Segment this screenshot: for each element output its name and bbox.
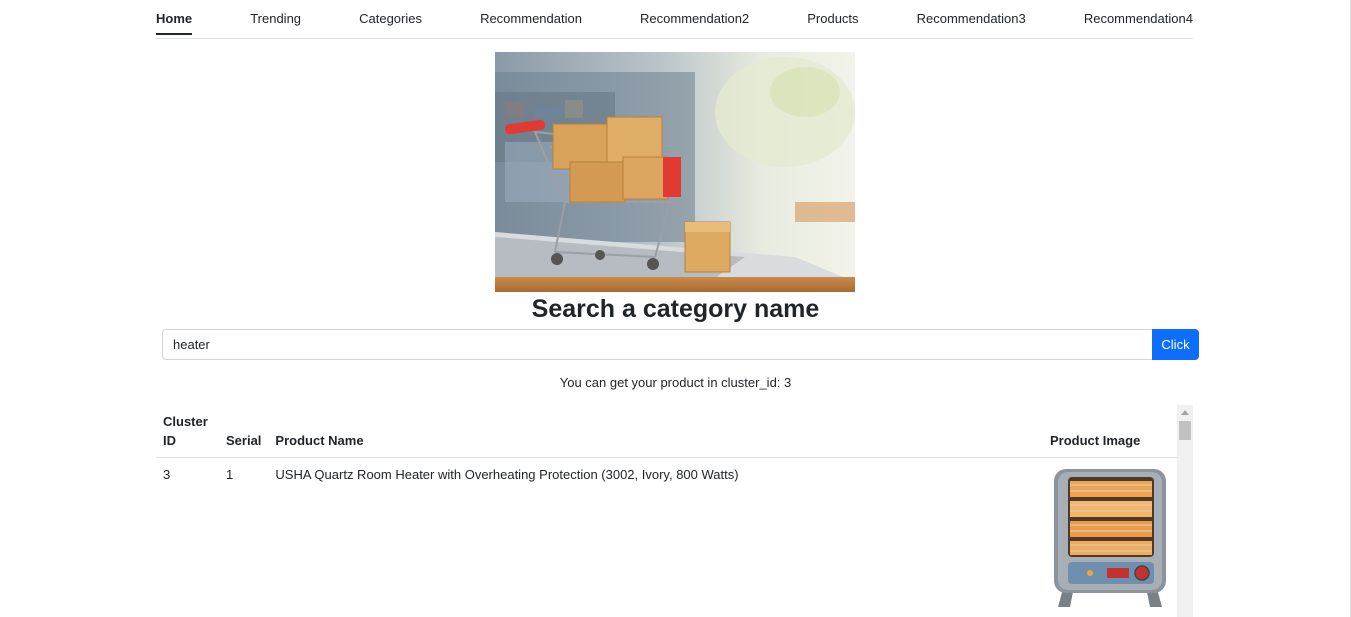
header-serial: Serial bbox=[219, 405, 269, 458]
cell-product-image bbox=[1043, 457, 1177, 617]
results-table-container: Cluster ID Serial Product Name Product I… bbox=[156, 405, 1193, 617]
results-table: Cluster ID Serial Product Name Product I… bbox=[156, 405, 1177, 617]
scroll-up-arrow-icon[interactable] bbox=[1181, 410, 1189, 415]
nav-home[interactable]: Home bbox=[156, 0, 193, 38]
cell-cluster-id: 3 bbox=[156, 457, 219, 617]
page-title: Search a category name bbox=[531, 295, 820, 323]
nav-recommendation3[interactable]: Recommendation3 bbox=[917, 0, 1026, 38]
scroll-thumb[interactable] bbox=[1179, 421, 1191, 440]
search-button[interactable]: Click bbox=[1152, 329, 1199, 360]
nav-recommendation4[interactable]: Recommendation4 bbox=[1084, 0, 1193, 38]
cell-serial: 1 bbox=[219, 457, 269, 617]
nav-recommendation2[interactable]: Recommendation2 bbox=[640, 0, 749, 38]
header-product-name: Product Name bbox=[268, 405, 1043, 458]
header-cluster-id: Cluster ID bbox=[156, 405, 219, 458]
table-header-row: Cluster ID Serial Product Name Product I… bbox=[156, 405, 1177, 458]
nav-trending[interactable]: Trending bbox=[250, 0, 301, 38]
room-heater-icon bbox=[1054, 469, 1166, 607]
table-row: 3 1 USHA Quartz Room Heater with Overhea… bbox=[156, 457, 1177, 617]
shopping-cart-image bbox=[495, 52, 855, 292]
header-product-image: Product Image bbox=[1043, 405, 1177, 458]
nav-categories[interactable]: Categories bbox=[359, 0, 422, 38]
hero-image bbox=[495, 52, 855, 292]
search-input[interactable] bbox=[162, 329, 1152, 360]
cell-product-name: USHA Quartz Room Heater with Overheating… bbox=[268, 457, 1043, 617]
top-nav: Home Trending Categories Recommendation … bbox=[156, 0, 1193, 39]
nav-products[interactable]: Products bbox=[807, 0, 858, 38]
nav-recommendation[interactable]: Recommendation bbox=[480, 0, 582, 38]
result-message: You can get your product in cluster_id: … bbox=[559, 375, 792, 390]
table-scrollbar[interactable] bbox=[1177, 405, 1193, 617]
